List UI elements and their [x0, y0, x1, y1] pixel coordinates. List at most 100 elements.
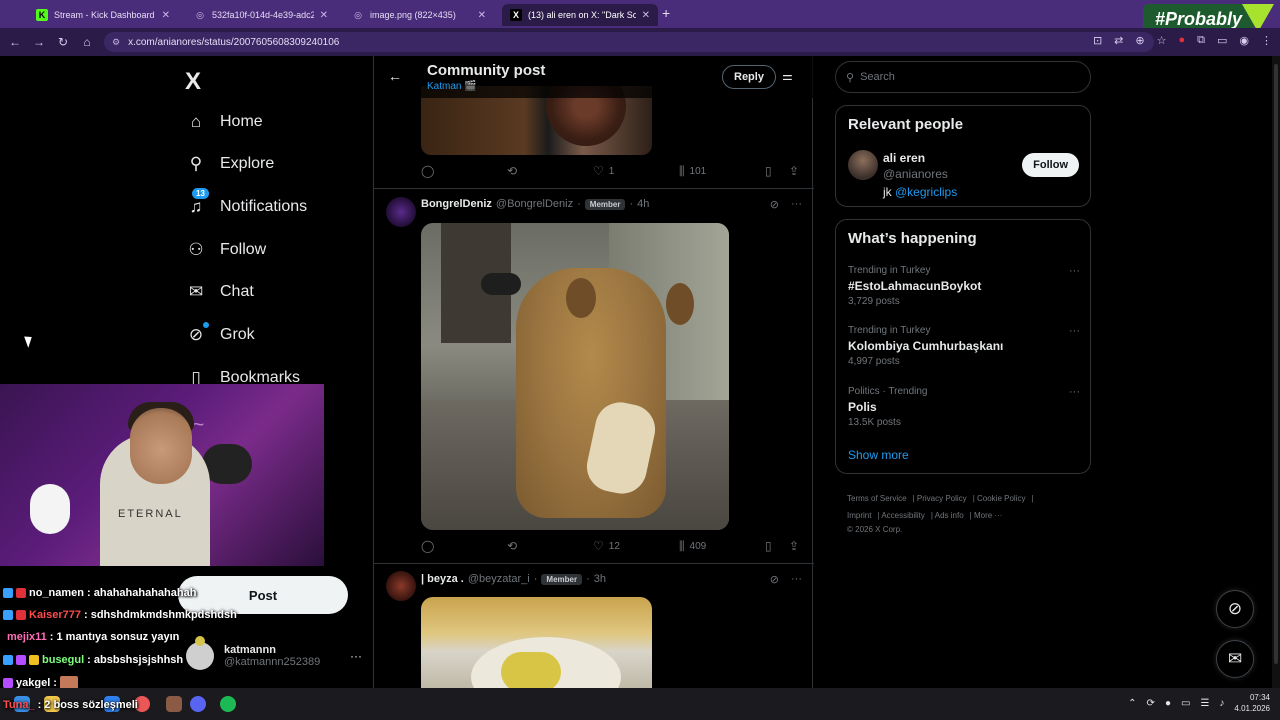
post-actions: ◯ ⟲ ♡ 12 ⫼ 409 ▯ ⇪ [421, 537, 807, 555]
author-name[interactable]: | beyza . [421, 573, 464, 585]
more-icon[interactable]: ··· [1069, 325, 1080, 337]
url-field[interactable]: ⚙ x.com/anianores/status/200760560830924… [104, 32, 1154, 52]
sliders-icon[interactable]: ⚌ [782, 69, 793, 83]
like-action[interactable]: ♡ 12 [593, 539, 679, 553]
author-handle[interactable]: @BongrelDeniz [496, 198, 573, 210]
post-image-beer[interactable] [421, 597, 652, 688]
more-icon[interactable]: ··· [791, 573, 802, 586]
person-name[interactable]: ali eren [883, 151, 925, 165]
bookmark-action[interactable]: ▯ [765, 164, 789, 178]
more-icon[interactable]: ··· [350, 649, 362, 663]
post-time[interactable]: 4h [637, 198, 649, 210]
extension-icon[interactable]: ● [1178, 34, 1185, 47]
tab-kick-dashboard[interactable]: K Stream - Kick Dashboard ✕ [28, 4, 178, 26]
grok-icon[interactable]: ⊘ [770, 573, 779, 586]
profile-icon[interactable]: ◉ [1239, 34, 1249, 47]
avatar[interactable] [386, 571, 416, 601]
reply-action[interactable]: ◯ [421, 164, 507, 178]
tab-image-png[interactable]: ◎ image.png (822×435) ✕ [344, 4, 494, 26]
wifi-icon[interactable]: ☰ [1200, 698, 1209, 709]
nav-item-chat[interactable]: ✉ Chat [186, 277, 254, 307]
tab-x-post[interactable]: X (13) ali eren on X: "Dark Souls 3 ✕ [502, 4, 658, 26]
close-icon[interactable]: ✕ [478, 10, 486, 21]
site-info-icon[interactable]: ⚙ [112, 37, 120, 48]
post-image-dog[interactable] [421, 223, 729, 530]
repost-action[interactable]: ⟲ [507, 539, 593, 553]
forward-arrow-icon[interactable]: → [28, 31, 50, 53]
avatar[interactable] [386, 197, 416, 227]
post-time[interactable]: 3h [594, 573, 606, 585]
author-handle[interactable]: @beyzatar_i [468, 573, 530, 585]
nav-item-notifications[interactable]: ♫ 13 Notifications [186, 188, 307, 222]
search-input[interactable]: ⚲ Search [835, 61, 1091, 93]
install-icon[interactable]: ⊡ [1093, 34, 1102, 47]
trend-item[interactable]: Politics · Trending Polis 13.5K posts ··… [848, 386, 1080, 428]
more-icon[interactable]: ··· [791, 198, 802, 211]
back-arrow-icon[interactable]: ← [388, 68, 402, 84]
reply-button[interactable]: Reply [722, 65, 776, 89]
back-arrow-icon[interactable]: ← [4, 31, 26, 53]
translate-icon[interactable]: ⇄ [1114, 34, 1123, 47]
nav-item-explore[interactable]: ⚲ Explore [186, 149, 274, 179]
bio-link[interactable]: @kegriclips [895, 185, 957, 199]
nav-item-grok[interactable]: ⊘ Grok [186, 320, 255, 350]
footer-link[interactable]: Imprint [847, 511, 871, 520]
trend-item[interactable]: Trending in Turkey Kolombiya Cumhurbaşka… [848, 325, 1080, 367]
whats-happening-card: What’s happening Trending in Turkey #Est… [835, 219, 1091, 474]
close-icon[interactable]: ✕ [642, 10, 650, 21]
footer-link[interactable]: Accessibility [881, 511, 925, 520]
home-icon[interactable]: ⌂ [76, 31, 98, 53]
scrollbar-thumb[interactable] [1274, 64, 1278, 664]
close-icon[interactable]: ✕ [162, 10, 170, 21]
trend-item[interactable]: Trending in Turkey #EstoLahmacunBoykot 3… [848, 265, 1080, 307]
clock[interactable]: 07:34 4.01.2026 [1234, 692, 1270, 714]
reload-icon[interactable]: ↻ [52, 31, 74, 53]
volume-icon[interactable]: ♪ [1219, 698, 1224, 709]
author-name[interactable]: BongrelDeniz [421, 198, 492, 210]
badge-icon [3, 678, 13, 688]
chat-username: Tuna_ [3, 699, 35, 711]
community-name-link[interactable]: Katman 🎬 [427, 81, 477, 92]
microphone-icon[interactable]: ● [1165, 698, 1171, 709]
follow-button[interactable]: Follow [1022, 153, 1079, 177]
display-icon[interactable]: ▭ [1181, 698, 1190, 709]
new-tab-button[interactable]: + [662, 5, 670, 21]
more-icon[interactable]: ··· [1069, 265, 1080, 277]
footer-link[interactable]: More ··· [974, 511, 1002, 520]
views-action[interactable]: ⫼ 409 [679, 539, 765, 554]
person-handle[interactable]: @anianores [883, 167, 948, 181]
like-action[interactable]: ♡ 1 [593, 164, 679, 178]
badge-icon [3, 655, 13, 665]
footer-link[interactable]: Cookie Policy [977, 494, 1025, 503]
page-scrollbar[interactable] [1272, 56, 1280, 688]
views-action[interactable]: ⫼ 101 [679, 164, 765, 179]
nav-item-home[interactable]: ⌂ Home [186, 107, 263, 137]
share-action[interactable]: ⇪ [789, 539, 799, 553]
zoom-icon[interactable]: ⊕ [1135, 34, 1144, 47]
reply-action[interactable]: ◯ [421, 539, 507, 553]
menu-icon[interactable]: ⋮ [1261, 34, 1272, 47]
network-icon[interactable]: ⟳ [1147, 698, 1155, 709]
bookmark-action[interactable]: ▯ [765, 539, 789, 553]
sidepanel-icon[interactable]: ▭ [1217, 34, 1227, 47]
avatar[interactable] [848, 150, 878, 180]
messages-fab-button[interactable]: ✉ [1216, 640, 1254, 678]
trend-category: Trending in Turkey [848, 265, 931, 276]
chevron-up-icon[interactable]: ⌃ [1128, 698, 1136, 709]
footer-link[interactable]: Privacy Policy [917, 494, 967, 503]
grok-icon[interactable]: ⊘ [770, 198, 779, 211]
footer-link[interactable]: Ads info [935, 511, 964, 520]
grok-fab-button[interactable]: ⊘ [1216, 590, 1254, 628]
close-icon[interactable]: ✕ [320, 10, 328, 21]
tab-uuid-page[interactable]: ◎ 532fa10f-014d-4e39-adc2-056 ✕ [186, 4, 336, 26]
nav-item-follow[interactable]: ⚇ Follow [186, 235, 266, 265]
more-icon[interactable]: ··· [1069, 386, 1080, 398]
share-action[interactable]: ⇪ [789, 164, 799, 178]
footer-link[interactable]: Terms of Service [847, 494, 907, 503]
x-logo-icon[interactable]: X [185, 68, 201, 96]
repost-action[interactable]: ⟲ [507, 164, 593, 178]
show-more-link[interactable]: Show more [848, 448, 909, 462]
extensions-puzzle-icon[interactable]: ⧉ [1197, 34, 1205, 47]
repost-icon: ⟲ [507, 164, 518, 178]
star-icon[interactable]: ☆ [1157, 34, 1167, 47]
